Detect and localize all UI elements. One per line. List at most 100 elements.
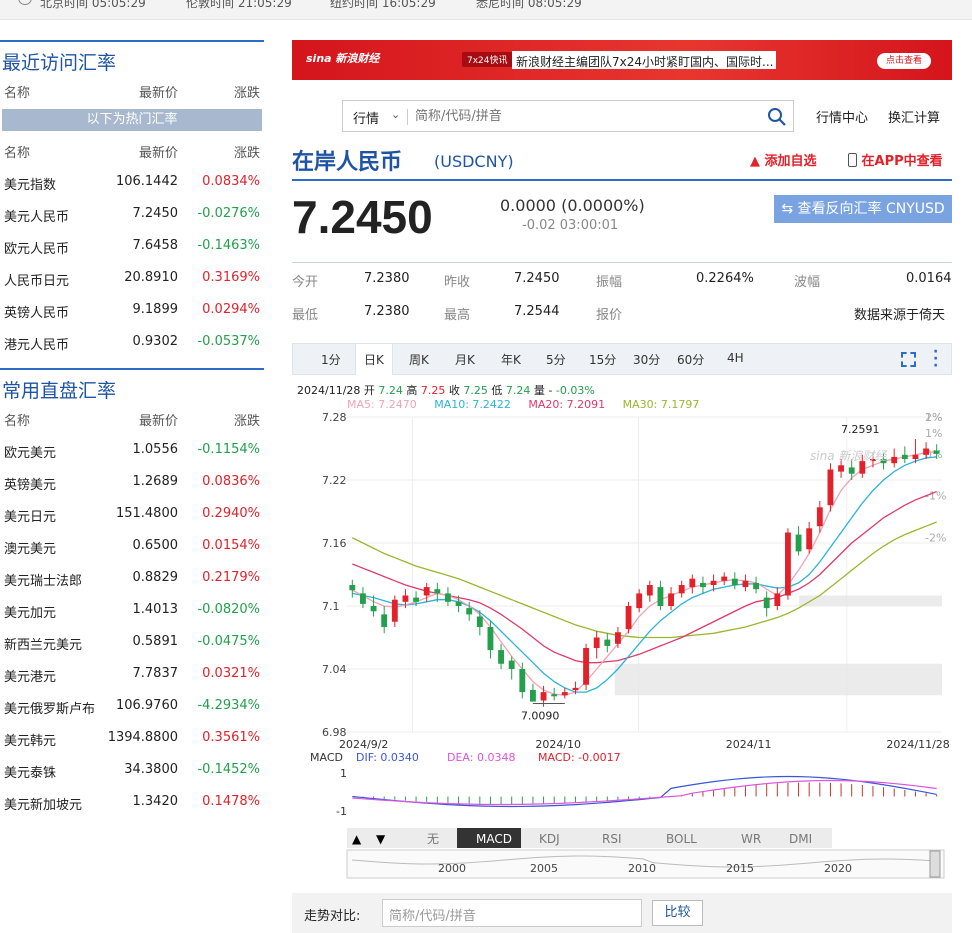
indicator-tab-rsi[interactable]: RSI (602, 832, 622, 846)
rate-price: 0.8829 (132, 570, 179, 585)
candle-body (731, 578, 738, 585)
market-select[interactable]: 行情 (353, 108, 379, 127)
kline-chart[interactable]: 7.287.227.167.17.046.982%1%1%0%-1%-2%7.2… (292, 412, 952, 886)
chevron-down-icon[interactable]: ⌄ (391, 108, 400, 121)
rate-name[interactable]: 澳元美元 (4, 538, 56, 557)
rate-price: 20.8910 (124, 270, 178, 285)
common-row[interactable]: 新西兰元美元 0.5891 -0.0475% (0, 626, 264, 658)
symbol-code: (USDCNY) (434, 152, 514, 171)
rate-name[interactable]: 美元指数 (4, 174, 56, 193)
rate-price: 7.2450 (132, 206, 179, 221)
rate-name[interactable]: 美元新加坡元 (4, 794, 82, 813)
indicator-tab-dmi[interactable]: DMI (789, 832, 812, 846)
rate-name[interactable]: 英镑人民币 (4, 302, 69, 321)
pct-tick-label: 1% (925, 412, 942, 424)
common-row[interactable]: 英镑美元 1.2689 0.0836% (0, 466, 264, 498)
common-row[interactable]: 澳元美元 0.6500 0.0154% (0, 530, 264, 562)
indicator-tab-boll[interactable]: BOLL (666, 832, 697, 846)
prev-close-value: 7.2450 (514, 271, 560, 286)
rate-name[interactable]: 美元瑞士法郎 (4, 570, 82, 589)
tab-4h[interactable]: 4H (727, 351, 744, 365)
rate-name[interactable]: 欧元人民币 (4, 238, 69, 257)
common-row[interactable]: 美元韩元 1394.8800 0.3561% (0, 722, 264, 754)
tab-day[interactable]: 日K (355, 344, 393, 375)
recent-row[interactable]: 人民币日元 20.8910 0.3169% (0, 262, 264, 294)
rate-name[interactable]: 美元日元 (4, 506, 56, 525)
common-row[interactable]: 美元加元 1.4013 -0.0820% (0, 594, 264, 626)
clock-newyork: 纽约时间 16:05:29 (330, 0, 436, 10)
candle-body (795, 534, 802, 552)
rate-change: 0.0321% (202, 666, 260, 681)
recent-row[interactable]: 英镑人民币 9.1899 0.0294% (0, 294, 264, 326)
open-in-app-button[interactable]: 在APP中查看 (848, 150, 943, 169)
candle-body (816, 507, 823, 527)
tab-30min[interactable]: 30分 (633, 351, 660, 368)
rate-name[interactable]: 欧元美元 (4, 442, 56, 461)
rate-change: 0.2940% (202, 506, 260, 521)
common-row[interactable]: 美元新加坡元 1.3420 0.1478% (0, 786, 264, 818)
add-favorite-button[interactable]: ▲ 添加自选 (750, 150, 817, 169)
timeline-handle[interactable] (929, 850, 941, 878)
clock-icon (18, 0, 32, 5)
news-banner[interactable]: sina 新浪财经 7x24快讯 新浪财经主编团队7x24小时紧盯国内、国际时.… (292, 40, 952, 80)
search-input[interactable] (415, 106, 745, 126)
compare-button[interactable]: 比较 (652, 900, 703, 926)
rate-price: 1.4013 (132, 602, 179, 617)
recent-row[interactable]: 美元人民币 7.2450 -0.0276% (0, 198, 264, 230)
compare-input[interactable]: 简称/代码/拼音 (382, 899, 642, 927)
tab-5min[interactable]: 5分 (546, 351, 566, 368)
banner-view-button[interactable]: 点击查看 (877, 53, 931, 69)
common-row[interactable]: 美元日元 151.4800 0.2940% (0, 498, 264, 530)
tab-15min[interactable]: 15分 (589, 351, 616, 368)
rate-name[interactable]: 港元人民币 (4, 334, 69, 353)
timeline-year: 2000 (438, 862, 466, 875)
reverse-rate-button[interactable]: ⇆ 查看反向汇率 CNYUSD (774, 195, 952, 223)
tab-year[interactable]: 年K (501, 351, 521, 368)
divider (407, 109, 408, 125)
recent-row[interactable]: 欧元人民币 7.6458 -0.1463% (0, 230, 264, 262)
candle-body (806, 528, 813, 550)
indicator-tab-kdj[interactable]: KDJ (539, 832, 560, 846)
col-price: 最新价 (138, 86, 178, 101)
tab-month[interactable]: 月K (455, 351, 475, 368)
recent-row[interactable]: 港元人民币 0.9302 -0.0537% (0, 326, 264, 358)
candle-body (933, 450, 940, 454)
indicator-tab-wr[interactable]: WR (741, 832, 761, 846)
candle-body (402, 595, 409, 602)
fullscreen-icon[interactable] (901, 352, 916, 367)
rate-name[interactable]: 英镑美元 (4, 474, 56, 493)
search-icon[interactable] (767, 107, 787, 127)
macd-title: MACD (310, 751, 343, 764)
rate-name[interactable]: 美元泰铢 (4, 762, 56, 781)
rate-name[interactable]: 美元韩元 (4, 730, 56, 749)
more-icon[interactable]: · · · (933, 345, 938, 373)
common-row[interactable]: 欧元美元 1.0556 -0.1154% (0, 434, 264, 466)
rate-name[interactable]: 美元俄罗斯卢布 (4, 698, 95, 717)
prev-close-label: 昨收 (444, 275, 471, 290)
market-center-link[interactable]: 行情中心 (816, 107, 868, 126)
tab-1min[interactable]: 1分 (321, 351, 341, 368)
rate-name[interactable]: 美元港元 (4, 666, 56, 685)
common-row[interactable]: 美元泰铢 34.3800 -0.1452% (0, 754, 264, 786)
tab-week[interactable]: 周K (409, 351, 429, 368)
candle-body (763, 597, 770, 609)
indicator-tab-无[interactable]: 无 (427, 832, 439, 846)
scroll-down-icon: ▼ (376, 832, 386, 846)
rate-name[interactable]: 美元加元 (4, 602, 56, 621)
candle-body (530, 690, 536, 702)
exchange-calc-link[interactable]: 换汇计算 (888, 107, 940, 126)
indicator-tab-macd[interactable]: MACD (476, 832, 512, 846)
rate-name[interactable]: 美元人民币 (4, 206, 69, 225)
common-row[interactable]: 美元瑞士法郎 0.8829 0.2179% (0, 562, 264, 594)
ma20-legend: MA20: 7.2091 (528, 398, 606, 411)
recent-row[interactable]: 美元指数 106.1442 0.0834% (0, 166, 264, 198)
rate-name[interactable]: 新西兰元美元 (4, 634, 82, 653)
candle-body (678, 585, 685, 594)
rate-name[interactable]: 人民币日元 (4, 270, 69, 289)
clock-beijing: 北京时间 05:05:29 (40, 0, 146, 10)
low-value: 7.2380 (364, 304, 410, 319)
common-row[interactable]: 美元港元 7.7837 0.0321% (0, 658, 264, 690)
tab-60min[interactable]: 60分 (677, 351, 704, 368)
common-row[interactable]: 美元俄罗斯卢布 106.9760 -4.2934% (0, 690, 264, 722)
candle-body (572, 687, 579, 690)
